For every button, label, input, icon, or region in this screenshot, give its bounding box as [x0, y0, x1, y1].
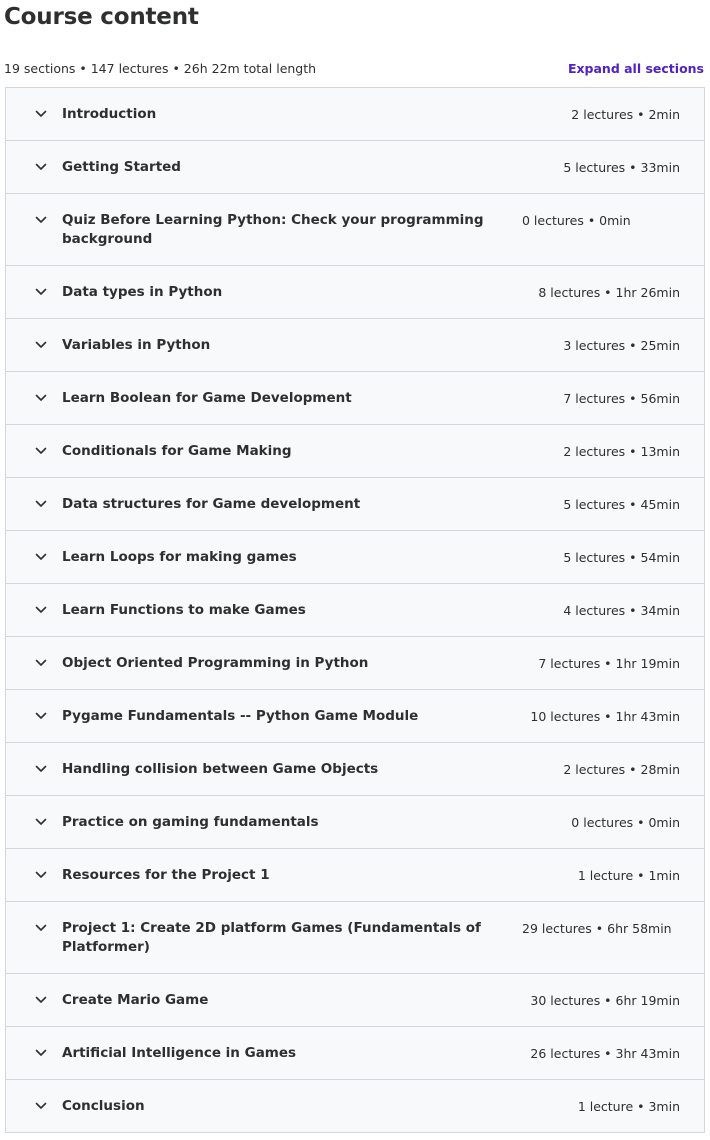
- chevron-down-icon[interactable]: [31, 547, 51, 567]
- section-row[interactable]: Pygame Fundamentals -- Python Game Modul…: [6, 690, 704, 743]
- section-meta: 4 lectures • 34min: [563, 603, 680, 618]
- section-title: Introduction: [62, 106, 157, 122]
- section-row[interactable]: Practice on gaming fundamentals 0 lectur…: [6, 796, 704, 849]
- section-title: Getting Started: [62, 159, 181, 175]
- course-summary: 19 sections • 147 lectures • 26h 22m tot…: [4, 60, 317, 76]
- section-row[interactable]: Variables in Python 3 lectures • 25min: [6, 319, 704, 372]
- section-meta: 1 lecture • 3min: [577, 1099, 680, 1114]
- section-title: Artificial Intelligence in Games: [62, 1045, 297, 1061]
- section-meta: 2 lectures • 28min: [563, 762, 680, 777]
- chevron-down-icon[interactable]: [31, 865, 51, 885]
- section-row[interactable]: Handling collision between Game Objects …: [6, 743, 704, 796]
- section-row[interactable]: Resources for the Project 1 1 lecture • …: [6, 849, 704, 902]
- section-meta: 5 lectures • 33min: [563, 160, 680, 175]
- section-meta: 7 lectures • 1hr 19min: [538, 656, 680, 671]
- section-row[interactable]: Learn Loops for making games 5 lectures …: [6, 531, 704, 584]
- section-row[interactable]: Learn Functions to make Games 4 lectures…: [6, 584, 704, 637]
- section-title: Variables in Python: [62, 337, 211, 353]
- section-row[interactable]: Conclusion 1 lecture • 3min: [6, 1080, 704, 1133]
- section-meta: 0 lectures • 0min: [571, 815, 680, 830]
- section-meta: 0 lectures • 0min: [522, 213, 631, 228]
- section-title: Practice on gaming fundamentals: [62, 814, 319, 830]
- section-row[interactable]: Introduction 2 lectures • 2min: [6, 88, 704, 141]
- section-meta: 2 lectures • 13min: [563, 444, 680, 459]
- section-meta: 2 lectures • 2min: [571, 107, 680, 122]
- chevron-down-icon[interactable]: [31, 759, 51, 779]
- chevron-down-icon[interactable]: [31, 494, 51, 514]
- section-title: Conclusion: [62, 1098, 145, 1114]
- section-meta: 29 lectures • 6hr 58min: [522, 921, 672, 936]
- chevron-down-icon[interactable]: [31, 1043, 51, 1063]
- chevron-down-icon[interactable]: [31, 157, 51, 177]
- expand-all-sections-button[interactable]: Expand all sections: [568, 61, 704, 76]
- section-title: Data types in Python: [62, 284, 223, 300]
- chevron-down-icon[interactable]: [31, 600, 51, 620]
- section-meta: 1 lecture • 1min: [577, 868, 680, 883]
- section-row[interactable]: Conditionals for Game Making 2 lectures …: [6, 425, 704, 478]
- chevron-down-icon[interactable]: [31, 812, 51, 832]
- section-title: Conditionals for Game Making: [62, 443, 292, 459]
- section-row[interactable]: Learn Boolean for Game Development 7 lec…: [6, 372, 704, 425]
- section-title: Quiz Before Learning Python: Check your …: [62, 212, 484, 247]
- course-summary-bar: 19 sections • 147 lectures • 26h 22m tot…: [4, 58, 704, 78]
- section-title: Learn Boolean for Game Development: [62, 390, 352, 406]
- section-row[interactable]: Quiz Before Learning Python: Check your …: [6, 194, 704, 266]
- section-title: Object Oriented Programming in Python: [62, 655, 369, 671]
- section-meta: 7 lectures • 56min: [563, 391, 680, 406]
- section-row[interactable]: Project 1: Create 2D platform Games (Fun…: [6, 902, 704, 974]
- section-title: Create Mario Game: [62, 992, 209, 1008]
- chevron-down-icon[interactable]: [31, 282, 51, 302]
- section-list: Introduction 2 lectures • 2min Getting S…: [5, 87, 705, 1133]
- section-meta: 3 lectures • 25min: [563, 338, 680, 353]
- section-row[interactable]: Data types in Python 8 lectures • 1hr 26…: [6, 266, 704, 319]
- section-title: Pygame Fundamentals -- Python Game Modul…: [62, 708, 419, 724]
- section-row[interactable]: Getting Started 5 lectures • 33min: [6, 141, 704, 194]
- section-meta: 30 lectures • 6hr 19min: [530, 993, 680, 1008]
- chevron-down-icon[interactable]: [31, 104, 51, 124]
- section-row[interactable]: Data structures for Game development 5 l…: [6, 478, 704, 531]
- section-meta: 10 lectures • 1hr 43min: [530, 709, 680, 724]
- section-row[interactable]: Object Oriented Programming in Python 7 …: [6, 637, 704, 690]
- chevron-down-icon[interactable]: [31, 1096, 51, 1116]
- chevron-down-icon[interactable]: [31, 918, 51, 938]
- chevron-down-icon[interactable]: [31, 210, 51, 230]
- chevron-down-icon[interactable]: [31, 335, 51, 355]
- section-title: Data structures for Game development: [62, 496, 361, 512]
- section-meta: 26 lectures • 3hr 43min: [530, 1046, 680, 1061]
- chevron-down-icon[interactable]: [31, 388, 51, 408]
- section-title: Learn Loops for making games: [62, 549, 297, 565]
- section-title: Handling collision between Game Objects: [62, 761, 379, 777]
- chevron-down-icon[interactable]: [31, 706, 51, 726]
- page-title: Course content: [4, 4, 199, 30]
- chevron-down-icon[interactable]: [31, 441, 51, 461]
- chevron-down-icon[interactable]: [31, 990, 51, 1010]
- section-title: Project 1: Create 2D platform Games (Fun…: [62, 920, 481, 955]
- section-title: Resources for the Project 1: [62, 867, 270, 883]
- chevron-down-icon[interactable]: [31, 653, 51, 673]
- section-meta: 5 lectures • 45min: [563, 497, 680, 512]
- section-row[interactable]: Artificial Intelligence in Games 26 lect…: [6, 1027, 704, 1080]
- section-meta: 5 lectures • 54min: [563, 550, 680, 565]
- section-title: Learn Functions to make Games: [62, 602, 306, 618]
- section-meta: 8 lectures • 1hr 26min: [538, 285, 680, 300]
- section-row[interactable]: Create Mario Game 30 lectures • 6hr 19mi…: [6, 974, 704, 1027]
